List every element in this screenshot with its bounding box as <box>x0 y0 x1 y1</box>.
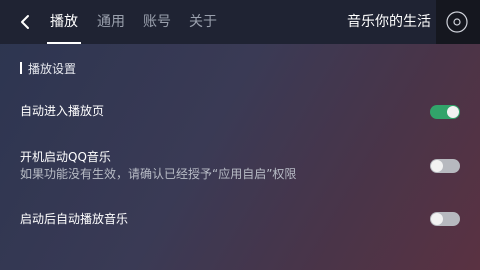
setting-autoplay-on-start-label: 启动后自动播放音乐 <box>20 212 129 226</box>
tab-about[interactable]: 关于 <box>189 13 217 31</box>
tab-play[interactable]: 播放 <box>50 13 78 31</box>
setting-launch-on-boot-hint: 如果功能没有生效，请确认已经授予“应用自启”权限 <box>20 167 297 181</box>
section-marker <box>20 62 22 74</box>
setting-auto-open-player-label: 自动进入播放页 <box>20 104 105 118</box>
disc-icon <box>446 11 468 33</box>
toggle-knob <box>447 106 459 118</box>
tab-account[interactable]: 账号 <box>143 13 171 31</box>
tab-general[interactable]: 通用 <box>97 13 125 31</box>
section-header: 播放设置 <box>20 60 76 76</box>
setting-launch-on-boot-label: 开机启动QQ音乐 <box>20 150 111 164</box>
setting-auto-open-player-toggle[interactable] <box>430 105 460 119</box>
toggle-knob <box>431 213 443 225</box>
setting-autoplay-on-start-toggle[interactable] <box>430 212 460 226</box>
section-title: 播放设置 <box>28 61 77 76</box>
toggle-knob <box>431 160 443 172</box>
setting-launch-on-boot-toggle[interactable] <box>430 159 460 173</box>
back-icon[interactable] <box>16 13 34 31</box>
active-tab-indicator <box>47 42 81 44</box>
brand-slogan: 音乐你的生活 <box>347 14 431 30</box>
